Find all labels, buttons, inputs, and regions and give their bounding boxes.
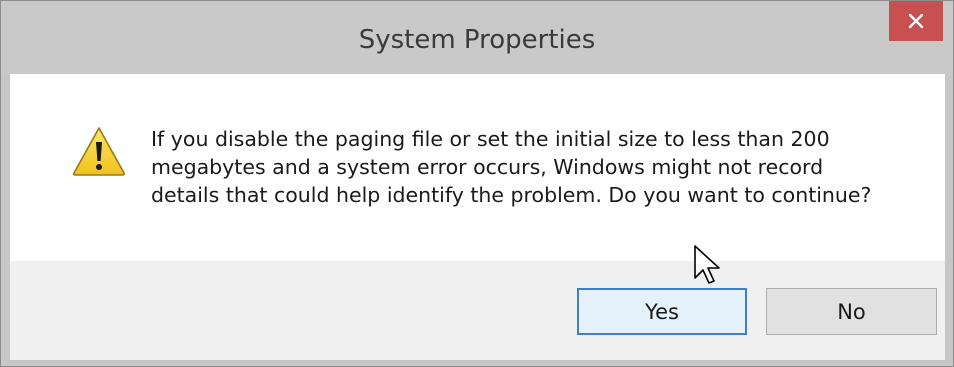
system-properties-dialog: System Properties If you disable the pag… <box>0 0 954 367</box>
pointer-cursor-icon <box>694 245 720 284</box>
message-line: If you disable the paging file or set th… <box>151 127 830 151</box>
button-bar: Yes No <box>10 261 945 360</box>
message-area: If you disable the paging file or set th… <box>10 74 945 261</box>
dialog-client-area: If you disable the paging file or set th… <box>10 74 945 360</box>
close-icon <box>908 13 924 29</box>
close-button[interactable] <box>889 1 943 41</box>
message-line: megabytes and a system error occurs, Win… <box>151 155 824 179</box>
warning-icon <box>72 127 126 176</box>
dialog-title: System Properties <box>358 25 596 55</box>
title-bar[interactable]: System Properties <box>1 1 953 74</box>
yes-button[interactable]: Yes <box>577 288 747 335</box>
dialog-message: If you disable the paging file or set th… <box>151 125 931 209</box>
no-button[interactable]: No <box>766 288 937 335</box>
message-line: details that could help identify the pro… <box>151 183 872 207</box>
